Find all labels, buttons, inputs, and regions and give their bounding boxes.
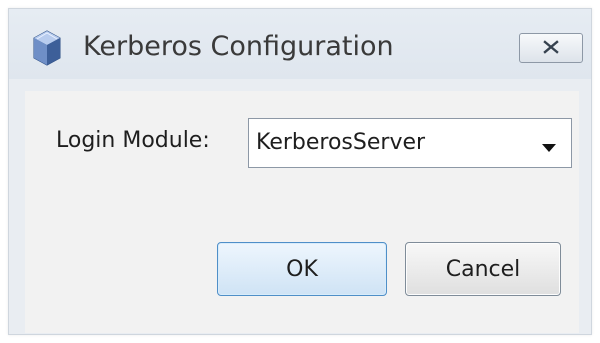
chevron-down-icon <box>541 138 557 152</box>
ok-button[interactable]: OK <box>217 242 387 296</box>
login-module-label: Login Module: <box>56 128 210 153</box>
title-bar[interactable]: Kerberos Configuration <box>9 9 591 79</box>
dialog-content: Login Module: KerberosServer OK Cancel <box>25 91 579 333</box>
cube-icon <box>31 29 63 67</box>
login-module-dropdown[interactable]: KerberosServer <box>248 118 572 168</box>
kerberos-configuration-dialog: Kerberos Configuration Login Module: Ker… <box>8 8 592 335</box>
window-title: Kerberos Configuration <box>83 31 394 62</box>
login-module-value: KerberosServer <box>256 130 426 155</box>
cancel-button[interactable]: Cancel <box>405 242 561 296</box>
close-button[interactable] <box>519 33 583 63</box>
close-icon <box>542 39 560 58</box>
